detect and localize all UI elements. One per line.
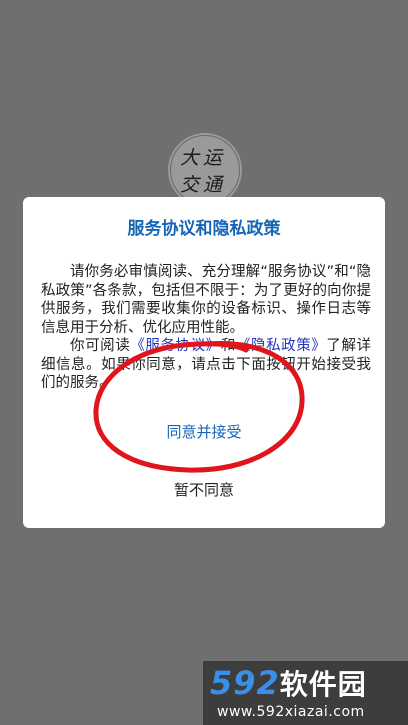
watermark-logo-text: 软件园 [279, 668, 367, 701]
watermark-logo-number: 592 [210, 664, 280, 702]
decline-button[interactable]: 暂不同意 [23, 477, 385, 503]
links-paragraph-and: 和 [220, 338, 236, 354]
dialog-body: 请你务必审慎阅读、充分理解“服务协议”和“隐私政策”各条款，包括但不限于：为了更… [41, 263, 371, 393]
links-paragraph-prefix: 你可阅读 [70, 338, 131, 354]
dialog-title: 服务协议和隐私政策 [127, 219, 281, 239]
privacy-dialog: 服务协议和隐私政策 请你务必审慎阅读、充分理解“服务协议”和“隐私政策”各条款，… [23, 197, 385, 528]
watermark-url: www.592xiazai.com [217, 704, 365, 720]
watermark-logo: 592软件园 [210, 665, 367, 703]
agree-and-accept-button[interactable]: 同意并接受 [23, 419, 385, 445]
splash-logo-text: 大运交通 [180, 147, 227, 196]
app-screen: 大运交通 服务协议和隐私政策 请你务必审慎阅读、充分理解“服务协议”和“隐私政策… [0, 0, 408, 725]
policy-paragraph: 请你务必审慎阅读、充分理解“服务协议”和“隐私政策”各条款，包括但不限于：为了更… [41, 264, 371, 336]
service-agreement-link[interactable]: 《服务协议》 [130, 338, 220, 354]
splash-logo: 大运交通 [168, 133, 242, 207]
links-paragraph: 你可阅读《服务协议》和《隐私政策》了解详细信息。如果你同意，请点击下面按钮开始接… [41, 337, 371, 393]
privacy-policy-link[interactable]: 《隐私政策》 [236, 338, 326, 354]
watermark: 592软件园 www.592xiazai.com [203, 661, 408, 725]
